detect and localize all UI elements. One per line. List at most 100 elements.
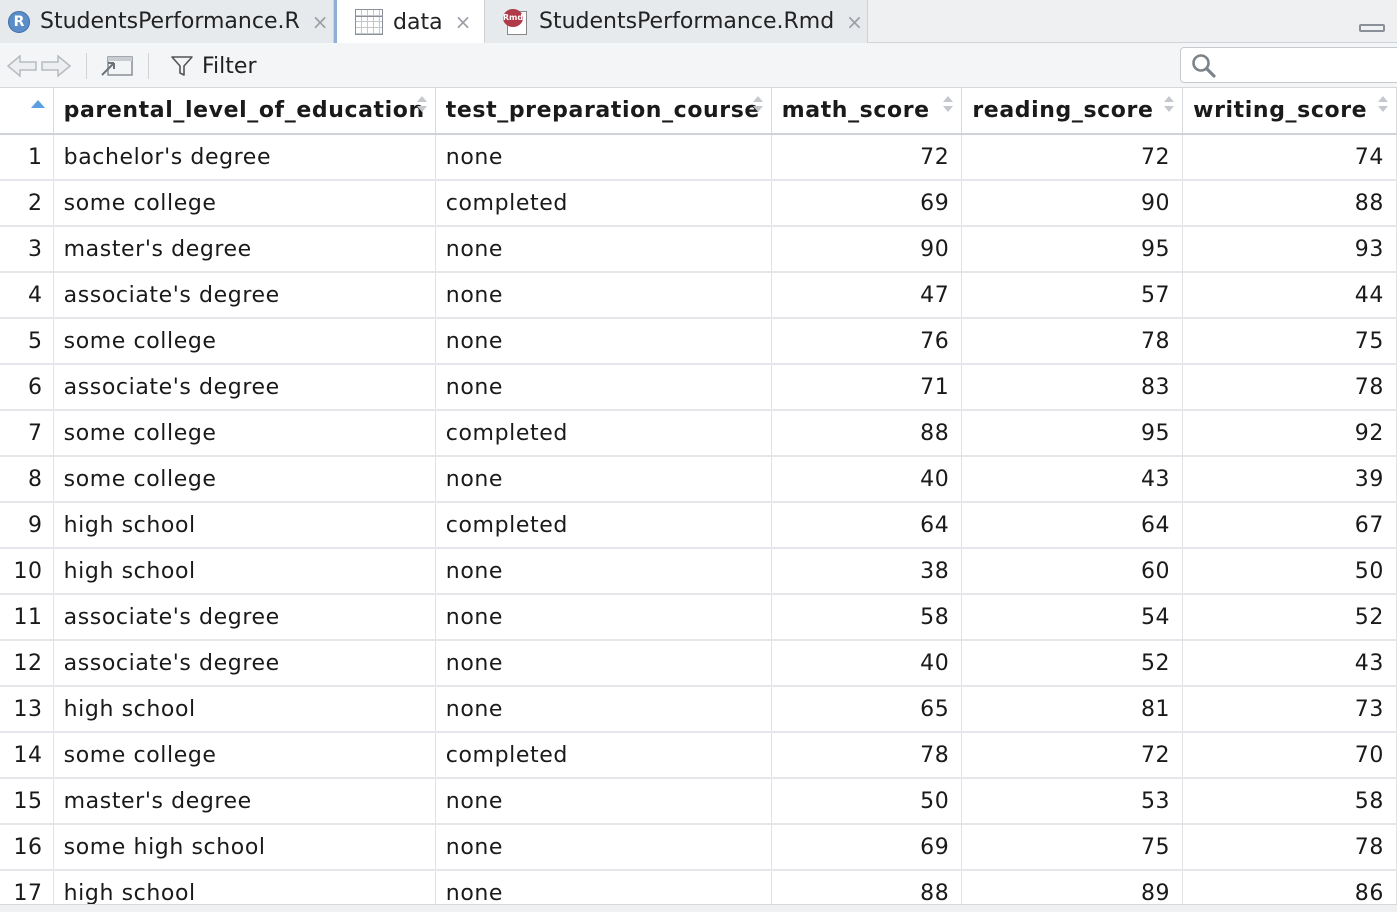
column-header-math-score[interactable]: math_score [771, 88, 963, 135]
cell-parental-level-of-education[interactable]: master's degree [53, 778, 436, 825]
cell-math-score[interactable]: 69 [771, 180, 963, 227]
cell-parental-level-of-education[interactable]: some college [53, 732, 436, 779]
cell-test-preparation-course[interactable]: none [435, 640, 772, 687]
tab-data[interactable]: data × [334, 0, 485, 44]
cell-test-preparation-course[interactable]: none [435, 364, 772, 411]
cell-writing-score[interactable]: 78 [1182, 824, 1397, 871]
cell-writing-score[interactable]: 58 [1182, 778, 1397, 825]
cell-math-score[interactable]: 50 [771, 778, 963, 825]
close-tab-icon[interactable]: × [312, 10, 329, 34]
cell-math-score[interactable]: 65 [771, 686, 963, 733]
cell-test-preparation-course[interactable]: completed [435, 410, 772, 457]
cell-math-score[interactable]: 71 [771, 364, 963, 411]
cell-test-preparation-course[interactable]: none [435, 778, 772, 825]
tab-students-performance-rmd[interactable]: Rmd StudentsPerformance.Rmd × [485, 0, 868, 43]
cell-reading-score[interactable]: 81 [961, 686, 1184, 733]
cell-test-preparation-course[interactable]: none [435, 226, 772, 273]
back-arrow-icon[interactable] [6, 53, 38, 79]
column-header-writing-score[interactable]: writing_score [1182, 88, 1397, 135]
cell-reading-score[interactable]: 54 [961, 594, 1184, 641]
cell-reading-score[interactable]: 90 [961, 180, 1184, 227]
minimize-pane-button[interactable] [1359, 24, 1385, 32]
cell-test-preparation-course[interactable]: completed [435, 180, 772, 227]
cell-parental-level-of-education[interactable]: some high school [53, 824, 436, 871]
cell-test-preparation-course[interactable]: none [435, 870, 772, 904]
cell-test-preparation-course[interactable]: none [435, 318, 772, 365]
cell-test-preparation-course[interactable]: completed [435, 732, 772, 779]
cell-math-score[interactable]: 76 [771, 318, 963, 365]
cell-math-score[interactable]: 78 [771, 732, 963, 779]
cell-writing-score[interactable]: 73 [1182, 686, 1397, 733]
cell-writing-score[interactable]: 75 [1182, 318, 1397, 365]
cell-math-score[interactable]: 72 [771, 134, 963, 181]
cell-parental-level-of-education[interactable]: some college [53, 180, 436, 227]
close-tab-icon[interactable]: × [455, 10, 472, 34]
cell-reading-score[interactable]: 72 [961, 134, 1184, 181]
row-number-header[interactable] [0, 88, 54, 135]
cell-reading-score[interactable]: 60 [961, 548, 1184, 595]
cell-writing-score[interactable]: 67 [1182, 502, 1397, 549]
cell-writing-score[interactable]: 78 [1182, 364, 1397, 411]
cell-reading-score[interactable]: 78 [961, 318, 1184, 365]
cell-parental-level-of-education[interactable]: associate's degree [53, 640, 436, 687]
cell-writing-score[interactable]: 50 [1182, 548, 1397, 595]
cell-writing-score[interactable]: 88 [1182, 180, 1397, 227]
cell-math-score[interactable]: 64 [771, 502, 963, 549]
cell-reading-score[interactable]: 89 [961, 870, 1184, 904]
cell-writing-score[interactable]: 70 [1182, 732, 1397, 779]
cell-math-score[interactable]: 90 [771, 226, 963, 273]
cell-test-preparation-course[interactable]: none [435, 824, 772, 871]
cell-reading-score[interactable]: 75 [961, 824, 1184, 871]
cell-writing-score[interactable]: 92 [1182, 410, 1397, 457]
cell-parental-level-of-education[interactable]: associate's degree [53, 272, 436, 319]
cell-writing-score[interactable]: 74 [1182, 134, 1397, 181]
search-input[interactable] [1223, 52, 1397, 80]
cell-math-score[interactable]: 88 [771, 410, 963, 457]
column-header-reading-score[interactable]: reading_score [961, 88, 1184, 135]
cell-test-preparation-course[interactable]: none [435, 456, 772, 503]
cell-parental-level-of-education[interactable]: associate's degree [53, 594, 436, 641]
cell-math-score[interactable]: 38 [771, 548, 963, 595]
cell-writing-score[interactable]: 39 [1182, 456, 1397, 503]
cell-parental-level-of-education[interactable]: some college [53, 318, 436, 365]
tab-students-performance-r[interactable]: R StudentsPerformance.R × [0, 0, 334, 43]
cell-parental-level-of-education[interactable]: bachelor's degree [53, 134, 436, 181]
cell-reading-score[interactable]: 43 [961, 456, 1184, 503]
cell-parental-level-of-education[interactable]: master's degree [53, 226, 436, 273]
cell-writing-score[interactable]: 52 [1182, 594, 1397, 641]
cell-reading-score[interactable]: 53 [961, 778, 1184, 825]
column-header-parental-level-of-education[interactable]: parental_level_of_education [53, 88, 436, 135]
cell-test-preparation-course[interactable]: none [435, 686, 772, 733]
cell-reading-score[interactable]: 83 [961, 364, 1184, 411]
cell-test-preparation-course[interactable]: none [435, 272, 772, 319]
cell-math-score[interactable]: 40 [771, 640, 963, 687]
cell-test-preparation-course[interactable]: none [435, 594, 772, 641]
cell-writing-score[interactable]: 93 [1182, 226, 1397, 273]
filter-button[interactable]: Filter [170, 51, 256, 81]
cell-parental-level-of-education[interactable]: high school [53, 548, 436, 595]
cell-test-preparation-course[interactable]: none [435, 548, 772, 595]
cell-reading-score[interactable]: 57 [961, 272, 1184, 319]
cell-writing-score[interactable]: 86 [1182, 870, 1397, 904]
cell-parental-level-of-education[interactable]: some college [53, 410, 436, 457]
search-box[interactable] [1180, 47, 1397, 83]
column-header-test-preparation-course[interactable]: test_preparation_course [435, 88, 772, 135]
cell-math-score[interactable]: 69 [771, 824, 963, 871]
open-in-new-window-icon[interactable] [100, 53, 134, 79]
cell-math-score[interactable]: 88 [771, 870, 963, 904]
close-tab-icon[interactable]: × [846, 10, 863, 34]
cell-reading-score[interactable]: 95 [961, 226, 1184, 273]
cell-parental-level-of-education[interactable]: high school [53, 686, 436, 733]
cell-math-score[interactable]: 47 [771, 272, 963, 319]
cell-math-score[interactable]: 40 [771, 456, 963, 503]
cell-reading-score[interactable]: 95 [961, 410, 1184, 457]
cell-test-preparation-course[interactable]: none [435, 134, 772, 181]
cell-test-preparation-course[interactable]: completed [435, 502, 772, 549]
cell-reading-score[interactable]: 52 [961, 640, 1184, 687]
cell-parental-level-of-education[interactable]: high school [53, 502, 436, 549]
cell-writing-score[interactable]: 43 [1182, 640, 1397, 687]
cell-reading-score[interactable]: 72 [961, 732, 1184, 779]
cell-math-score[interactable]: 58 [771, 594, 963, 641]
cell-parental-level-of-education[interactable]: some college [53, 456, 436, 503]
cell-parental-level-of-education[interactable]: associate's degree [53, 364, 436, 411]
